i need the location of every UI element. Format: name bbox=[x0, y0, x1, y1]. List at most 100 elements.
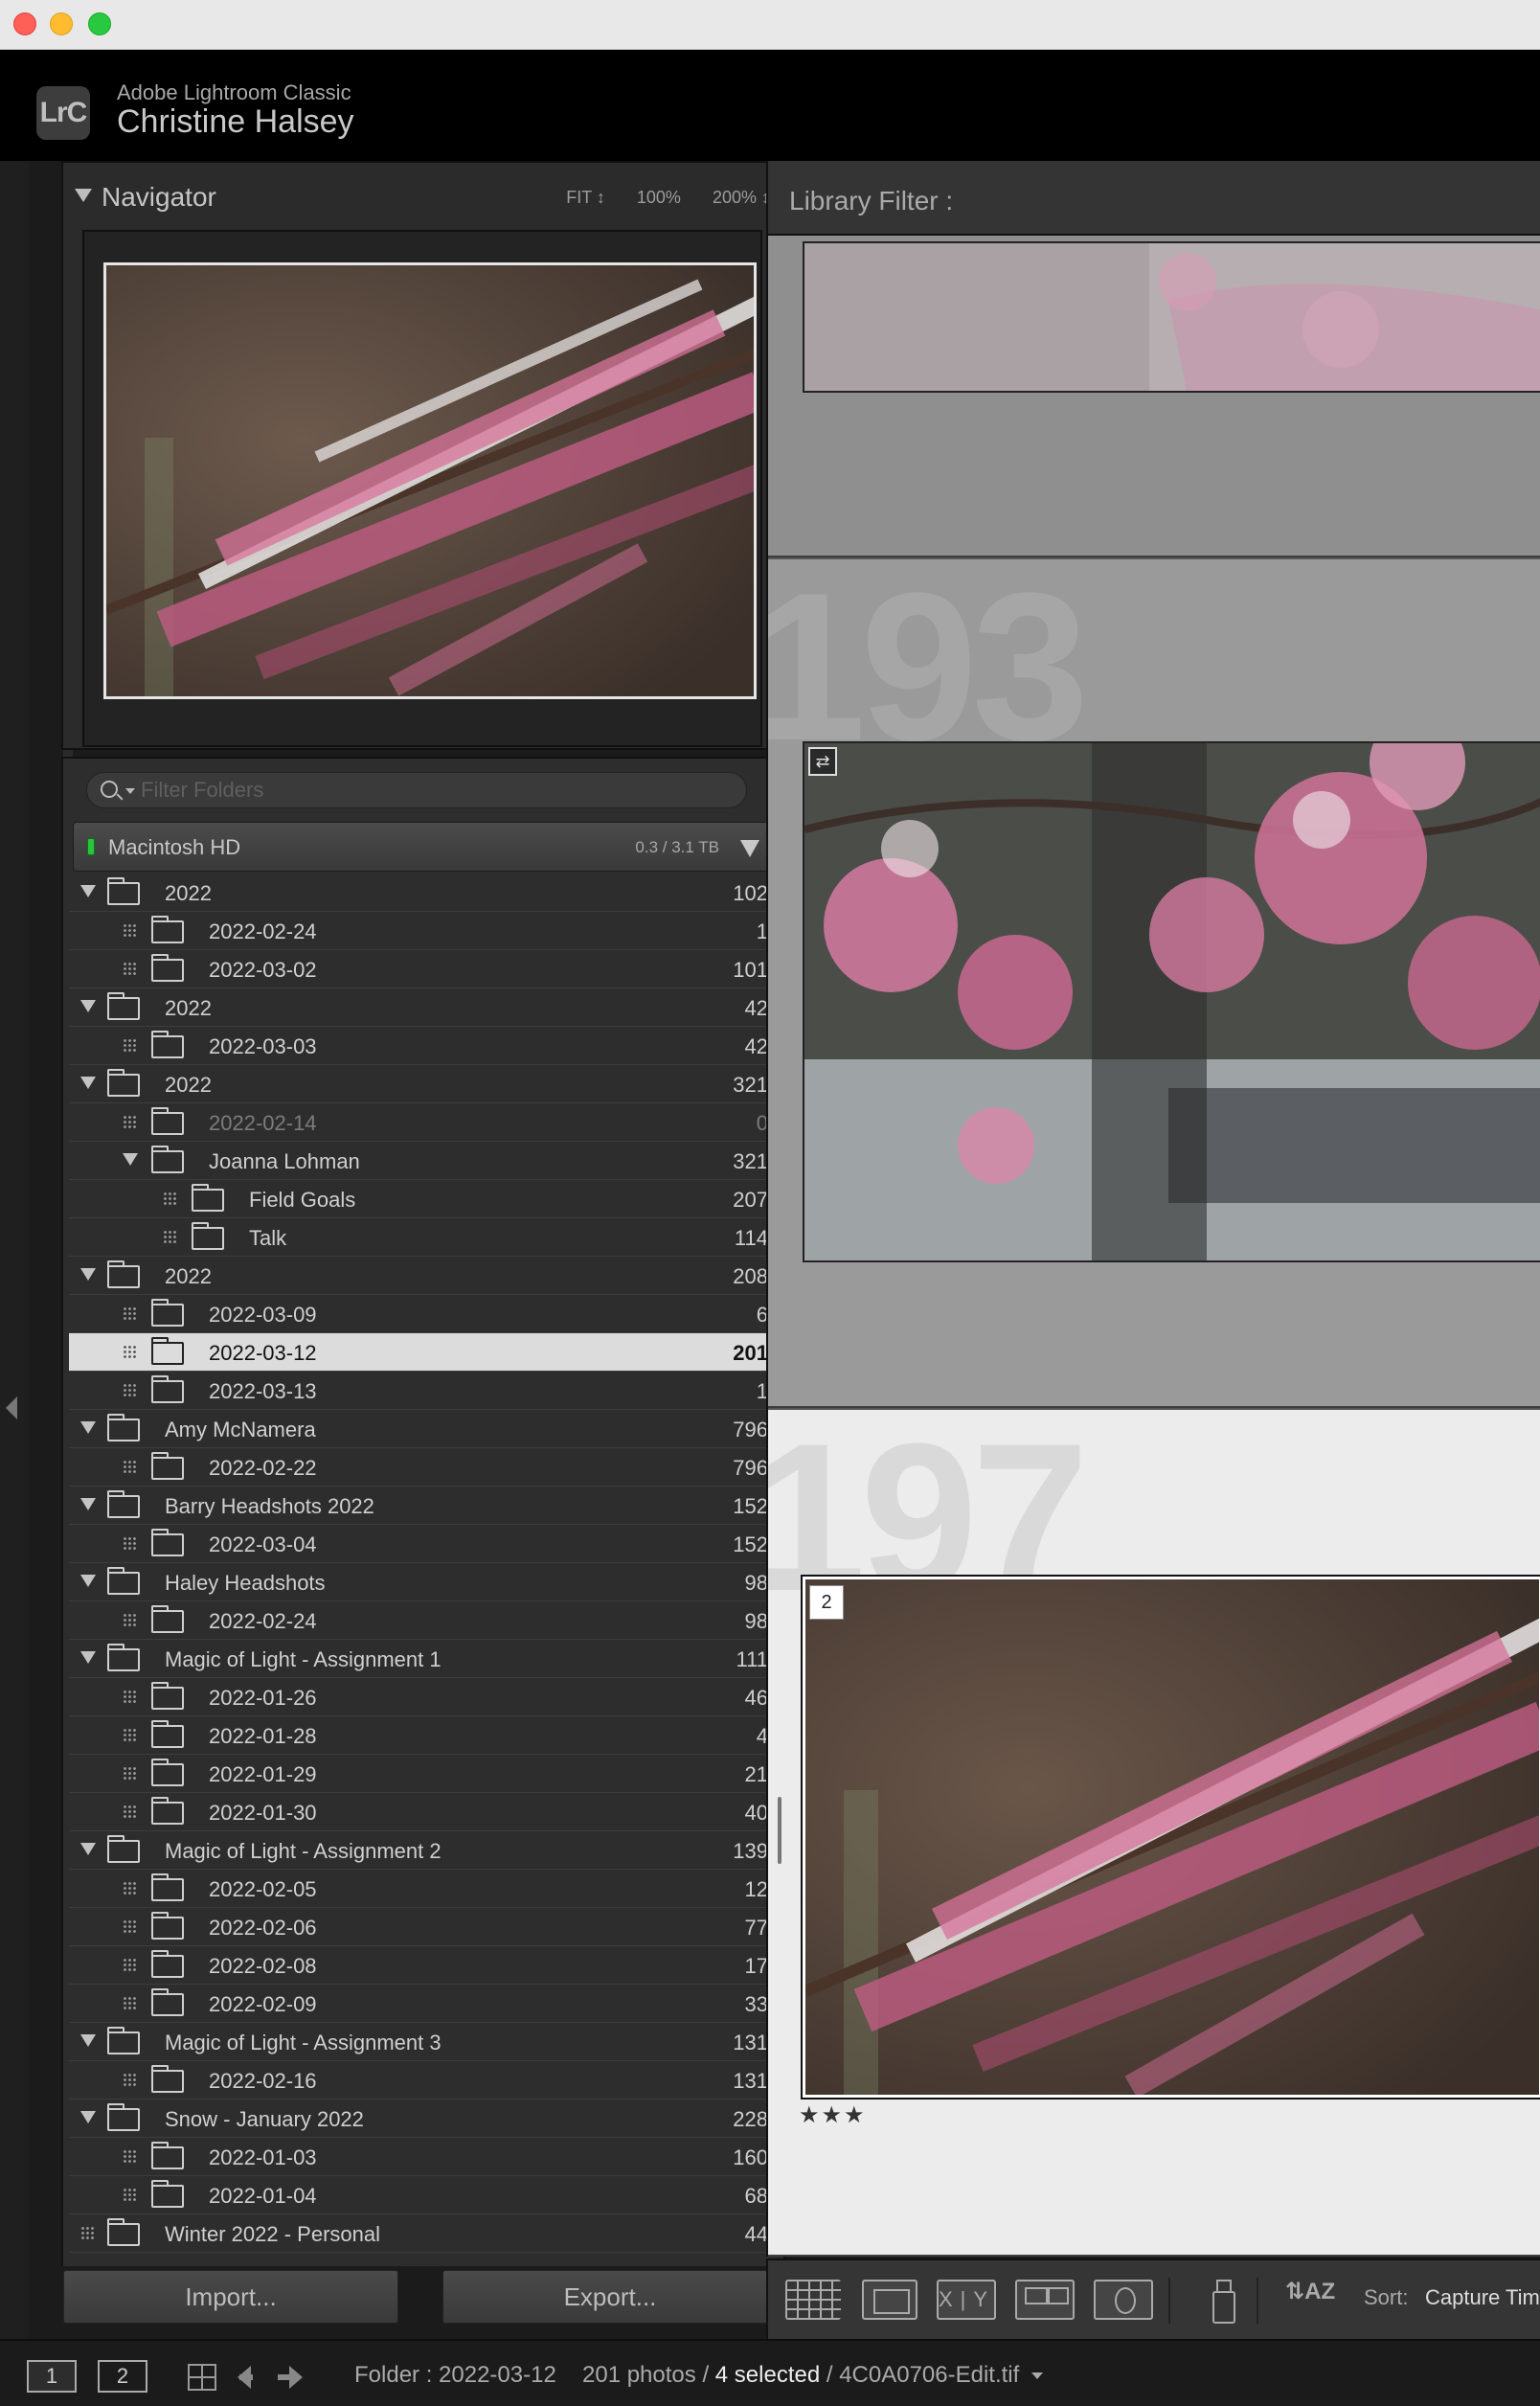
filter-folders-field[interactable] bbox=[86, 772, 747, 808]
star-rating[interactable]: ★★★ bbox=[799, 2101, 867, 2129]
folder-row[interactable]: Magic of Light - Assignment 1 111 bbox=[69, 1640, 778, 1678]
sync-settings-icon[interactable]: ⇄ bbox=[808, 747, 837, 776]
folder-row[interactable]: 2022-01-03 160 bbox=[69, 2138, 778, 2176]
expand-folder-icon[interactable] bbox=[163, 1230, 176, 1245]
back-arrow-icon[interactable] bbox=[238, 2366, 253, 2389]
folder-row[interactable]: Amy McNamera 796 bbox=[69, 1410, 778, 1448]
search-icon[interactable] bbox=[101, 781, 118, 798]
sort-dropdown[interactable]: Capture Time bbox=[1425, 2285, 1540, 2310]
volume-header[interactable]: Macintosh HD 0.3 / 3.1 TB bbox=[73, 822, 774, 872]
folder-row[interactable]: Winter 2022 - Personal 44 bbox=[69, 2214, 778, 2253]
disclosure-triangle-icon[interactable] bbox=[80, 2111, 96, 2123]
folder-row[interactable]: 2022-03-09 6 bbox=[69, 1295, 778, 1333]
folder-row[interactable]: 2022-03-13 1 bbox=[69, 1372, 778, 1410]
chevron-down-icon[interactable] bbox=[1030, 2372, 1043, 2380]
folder-row[interactable]: 2022-03-02 101 bbox=[69, 950, 778, 988]
expand-folder-icon[interactable] bbox=[123, 1038, 136, 1054]
photo-count[interactable]: 201 photos / 4 selected / 4C0A0706-Edit.… bbox=[582, 2362, 1043, 2389]
folder-row[interactable]: Joanna Lohman 321 bbox=[69, 1142, 778, 1180]
survey-view-icon[interactable] bbox=[1015, 2280, 1075, 2320]
folder-row[interactable]: 2022 208 bbox=[69, 1257, 778, 1295]
folder-row[interactable]: Haley Headshots 98 bbox=[69, 1563, 778, 1601]
disclosure-triangle-icon[interactable] bbox=[80, 1575, 96, 1587]
loupe-view-icon[interactable] bbox=[862, 2280, 917, 2320]
expand-folder-icon[interactable] bbox=[123, 1345, 136, 1360]
painter-spray-can-icon[interactable] bbox=[1211, 2278, 1235, 2324]
main-window-button[interactable]: 1 bbox=[27, 2360, 77, 2393]
folder-row[interactable]: Barry Headshots 2022 152 bbox=[69, 1487, 778, 1525]
secondary-window-button[interactable]: 2 bbox=[98, 2360, 147, 2393]
disclosure-triangle-icon[interactable] bbox=[80, 1421, 96, 1434]
people-view-icon[interactable] bbox=[1094, 2280, 1153, 2320]
photo-thumbnail[interactable]: ⇄ bbox=[803, 741, 1540, 1262]
folder-row[interactable]: Snow - January 2022 228 bbox=[69, 2100, 778, 2138]
expand-folder-icon[interactable] bbox=[123, 2149, 136, 2165]
zoom-window-button[interactable] bbox=[88, 12, 111, 35]
expand-folder-icon[interactable] bbox=[123, 1115, 136, 1130]
expand-folder-icon[interactable] bbox=[123, 1958, 136, 1973]
expand-folder-icon[interactable] bbox=[123, 1766, 136, 1782]
grid-resize-handle[interactable] bbox=[778, 1797, 781, 1864]
folder-row[interactable]: Magic of Light - Assignment 3 131 bbox=[69, 2023, 778, 2061]
disclosure-triangle-icon[interactable] bbox=[80, 1000, 96, 1012]
folder-row[interactable]: 2022-03-03 42 bbox=[69, 1027, 778, 1065]
disclosure-triangle-icon[interactable] bbox=[75, 189, 92, 202]
expand-folder-icon[interactable] bbox=[123, 923, 136, 939]
disclosure-triangle-icon[interactable] bbox=[80, 1498, 96, 1510]
disclosure-triangle-icon[interactable] bbox=[80, 2034, 96, 2047]
grid-view-icon[interactable] bbox=[785, 2280, 841, 2320]
compare-view-icon[interactable]: X|Y bbox=[937, 2280, 996, 2320]
navigator-header[interactable]: Navigator FIT ↕ 100% 200% ↕ bbox=[63, 163, 783, 226]
expand-folder-icon[interactable] bbox=[123, 1690, 136, 1705]
grid-cell[interactable] bbox=[768, 236, 1540, 557]
folder-row[interactable]: 2022-01-30 40 bbox=[69, 1793, 778, 1831]
expand-folder-icon[interactable] bbox=[123, 1996, 136, 2011]
volume-menu-icon[interactable] bbox=[740, 840, 759, 857]
navigator-preview[interactable] bbox=[82, 230, 762, 747]
filter-folders-input[interactable] bbox=[139, 777, 733, 804]
disclosure-triangle-icon[interactable] bbox=[80, 1268, 96, 1281]
folder-row[interactable]: Talk 114 bbox=[69, 1218, 778, 1257]
disclosure-triangle-icon[interactable] bbox=[80, 1843, 96, 1855]
chevron-down-icon[interactable] bbox=[125, 788, 135, 794]
folder-row[interactable]: 2022-02-05 12 bbox=[69, 1870, 778, 1908]
minimize-window-button[interactable] bbox=[50, 12, 73, 35]
folder-row[interactable]: 2022-01-28 4 bbox=[69, 1716, 778, 1755]
folder-row[interactable]: 2022-02-09 33 bbox=[69, 1985, 778, 2023]
folder-row[interactable]: 2022-03-04 152 bbox=[69, 1525, 778, 1563]
close-window-button[interactable] bbox=[13, 12, 36, 35]
folder-row[interactable]: 2022 321 bbox=[69, 1065, 778, 1103]
grid-cell[interactable]: 193 ⇄ bbox=[768, 549, 1540, 1408]
expand-folder-icon[interactable] bbox=[123, 1881, 136, 1896]
folder-row[interactable]: Magic of Light - Assignment 2 139 bbox=[69, 1831, 778, 1870]
expand-folder-icon[interactable] bbox=[123, 1306, 136, 1322]
folder-row[interactable]: 2022-02-24 1 bbox=[69, 912, 778, 950]
folder-row[interactable]: 2022 42 bbox=[69, 988, 778, 1027]
grid-view-shortcut-icon[interactable] bbox=[188, 2364, 216, 2391]
folder-row[interactable]: 2022-02-14 0 bbox=[69, 1103, 778, 1142]
import-button[interactable]: Import... bbox=[63, 2270, 398, 2324]
expand-folder-icon[interactable] bbox=[123, 1460, 136, 1475]
expand-folder-icon[interactable] bbox=[80, 2226, 94, 2241]
folder-row[interactable]: 2022-02-24 98 bbox=[69, 1601, 778, 1640]
expand-folder-icon[interactable] bbox=[163, 1192, 176, 1207]
zoom-200-option[interactable]: 200% ↕ bbox=[713, 188, 770, 207]
export-button[interactable]: Export... bbox=[442, 2270, 778, 2324]
grid-cell-selected[interactable]: 197 2 ★★★ bbox=[768, 1399, 1540, 2257]
photo-thumbnail-selected[interactable]: 2 bbox=[801, 1575, 1540, 2100]
expand-folder-icon[interactable] bbox=[123, 1919, 136, 1935]
disclosure-triangle-icon[interactable] bbox=[123, 1153, 138, 1166]
disclosure-triangle-icon[interactable] bbox=[80, 1077, 96, 1089]
folder-row[interactable]: 2022-02-08 17 bbox=[69, 1946, 778, 1985]
expand-folder-icon[interactable] bbox=[123, 1613, 136, 1628]
folder-row[interactable]: 2022-01-26 46 bbox=[69, 1678, 778, 1716]
folder-row[interactable]: 2022-02-22 796 bbox=[69, 1448, 778, 1487]
folder-row[interactable]: 2022-02-06 77 bbox=[69, 1908, 778, 1946]
disclosure-triangle-icon[interactable] bbox=[80, 1651, 96, 1664]
forward-arrow-icon[interactable] bbox=[278, 2366, 303, 2389]
folder-row[interactable]: Field Goals 207 bbox=[69, 1180, 778, 1218]
expand-folder-icon[interactable] bbox=[123, 1804, 136, 1820]
expand-folder-icon[interactable] bbox=[123, 1383, 136, 1398]
zoom-100-option[interactable]: 100% bbox=[637, 188, 681, 207]
source-path[interactable]: Folder : 2022-03-12 bbox=[354, 2362, 556, 2389]
